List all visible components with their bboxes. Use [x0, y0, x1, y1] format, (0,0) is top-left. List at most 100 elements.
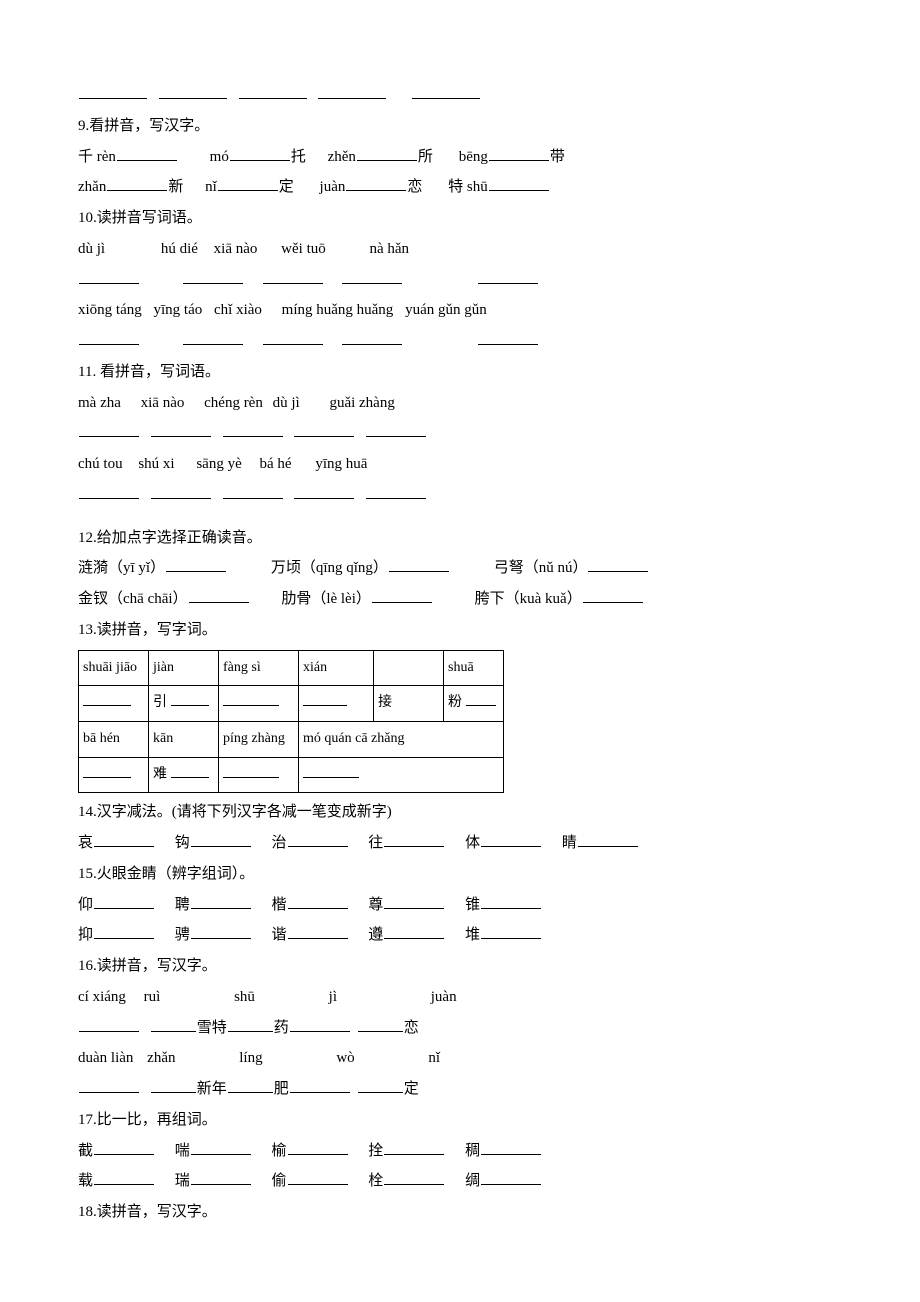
blank[interactable]: [94, 894, 154, 909]
blank[interactable]: [384, 1170, 444, 1185]
blank[interactable]: [288, 924, 348, 939]
blank[interactable]: [228, 1017, 273, 1032]
blank[interactable]: [189, 588, 249, 603]
blank[interactable]: [481, 1140, 541, 1155]
blank[interactable]: [342, 269, 402, 284]
blank[interactable]: [94, 832, 154, 847]
q15-item: 骋: [175, 927, 190, 943]
blank[interactable]: [79, 1078, 139, 1093]
blank[interactable]: [384, 1140, 444, 1155]
blank[interactable]: [481, 1170, 541, 1185]
blank[interactable]: [79, 269, 139, 284]
blank[interactable]: [583, 588, 643, 603]
blank[interactable]: [290, 1017, 350, 1032]
blank[interactable]: [384, 832, 444, 847]
blank[interactable]: [79, 330, 139, 345]
blank[interactable]: [288, 832, 348, 847]
blank[interactable]: [342, 330, 402, 345]
blank[interactable]: [94, 924, 154, 939]
blank[interactable]: [366, 422, 426, 437]
q9-r2-2-pre: nǐ: [205, 179, 217, 195]
q10-pinyin2: xiōng táng yīng táo chǐ xiào míng huǎng …: [78, 295, 842, 326]
cell[interactable]: [219, 686, 299, 722]
q14-item: 治: [272, 835, 287, 851]
blank[interactable]: [151, 1017, 196, 1032]
cell[interactable]: 接: [374, 686, 444, 722]
blank[interactable]: [218, 176, 278, 191]
blank[interactable]: [79, 84, 147, 99]
blank[interactable]: [191, 1140, 251, 1155]
blank[interactable]: [223, 422, 283, 437]
blank[interactable]: [372, 588, 432, 603]
blank[interactable]: [588, 557, 648, 572]
blank[interactable]: [578, 832, 638, 847]
blank[interactable]: [412, 84, 480, 99]
blank[interactable]: [107, 176, 167, 191]
blank[interactable]: [263, 330, 323, 345]
blank[interactable]: [481, 924, 541, 939]
blank[interactable]: [228, 1078, 273, 1093]
blank[interactable]: [478, 269, 538, 284]
blank[interactable]: [94, 1170, 154, 1185]
cell: xián: [299, 650, 374, 686]
blank[interactable]: [151, 422, 211, 437]
blank[interactable]: [263, 269, 323, 284]
blank[interactable]: [79, 1017, 139, 1032]
txt: 定: [404, 1081, 419, 1097]
q16-pinyin1: cí xiáng ruì shū jì juàn: [78, 982, 842, 1013]
q11-p: dù jì: [273, 395, 300, 411]
blank[interactable]: [481, 894, 541, 909]
cell[interactable]: 引: [149, 686, 219, 722]
blank[interactable]: [151, 484, 211, 499]
blank[interactable]: [223, 484, 283, 499]
q17-row2: 载 瑞 偷 栓 绸: [78, 1166, 842, 1197]
blank[interactable]: [191, 894, 251, 909]
blank[interactable]: [358, 1078, 403, 1093]
blank[interactable]: [191, 832, 251, 847]
blank[interactable]: [230, 146, 290, 161]
q11-p: yīng huā: [315, 456, 367, 472]
blank[interactable]: [346, 176, 406, 191]
cell[interactable]: [219, 757, 299, 793]
blank[interactable]: [183, 330, 243, 345]
q15-item: 堆: [465, 927, 480, 943]
blank[interactable]: [290, 1078, 350, 1093]
cell[interactable]: [79, 686, 149, 722]
cell[interactable]: 粉: [444, 686, 504, 722]
q12-row2: 金钗（chā chāi） 肋骨（lè lèi） 胯下（kuà kuǎ）: [78, 584, 842, 615]
blank[interactable]: [191, 1170, 251, 1185]
blank[interactable]: [183, 269, 243, 284]
q17-item: 榆: [272, 1143, 287, 1159]
blank[interactable]: [288, 1140, 348, 1155]
blank[interactable]: [191, 924, 251, 939]
blank[interactable]: [318, 84, 386, 99]
blank[interactable]: [294, 422, 354, 437]
blank[interactable]: [294, 484, 354, 499]
blank[interactable]: [389, 557, 449, 572]
blank[interactable]: [481, 832, 541, 847]
blank[interactable]: [151, 1078, 196, 1093]
q15-row1: 仰 聘 楷 尊 锥: [78, 890, 842, 921]
cell[interactable]: [299, 757, 504, 793]
blank[interactable]: [239, 84, 307, 99]
blank[interactable]: [288, 1170, 348, 1185]
blank[interactable]: [79, 422, 139, 437]
blank[interactable]: [366, 484, 426, 499]
cell[interactable]: [299, 686, 374, 722]
blank[interactable]: [166, 557, 226, 572]
blank[interactable]: [94, 1140, 154, 1155]
blank[interactable]: [117, 146, 177, 161]
blank[interactable]: [489, 146, 549, 161]
blank[interactable]: [288, 894, 348, 909]
blank[interactable]: [79, 484, 139, 499]
blank[interactable]: [478, 330, 538, 345]
q16-p: juàn: [431, 989, 457, 1005]
blank[interactable]: [384, 924, 444, 939]
blank[interactable]: [358, 1017, 403, 1032]
blank[interactable]: [384, 894, 444, 909]
cell[interactable]: 难: [149, 757, 219, 793]
cell[interactable]: [79, 757, 149, 793]
blank[interactable]: [159, 84, 227, 99]
blank[interactable]: [489, 176, 549, 191]
blank[interactable]: [357, 146, 417, 161]
